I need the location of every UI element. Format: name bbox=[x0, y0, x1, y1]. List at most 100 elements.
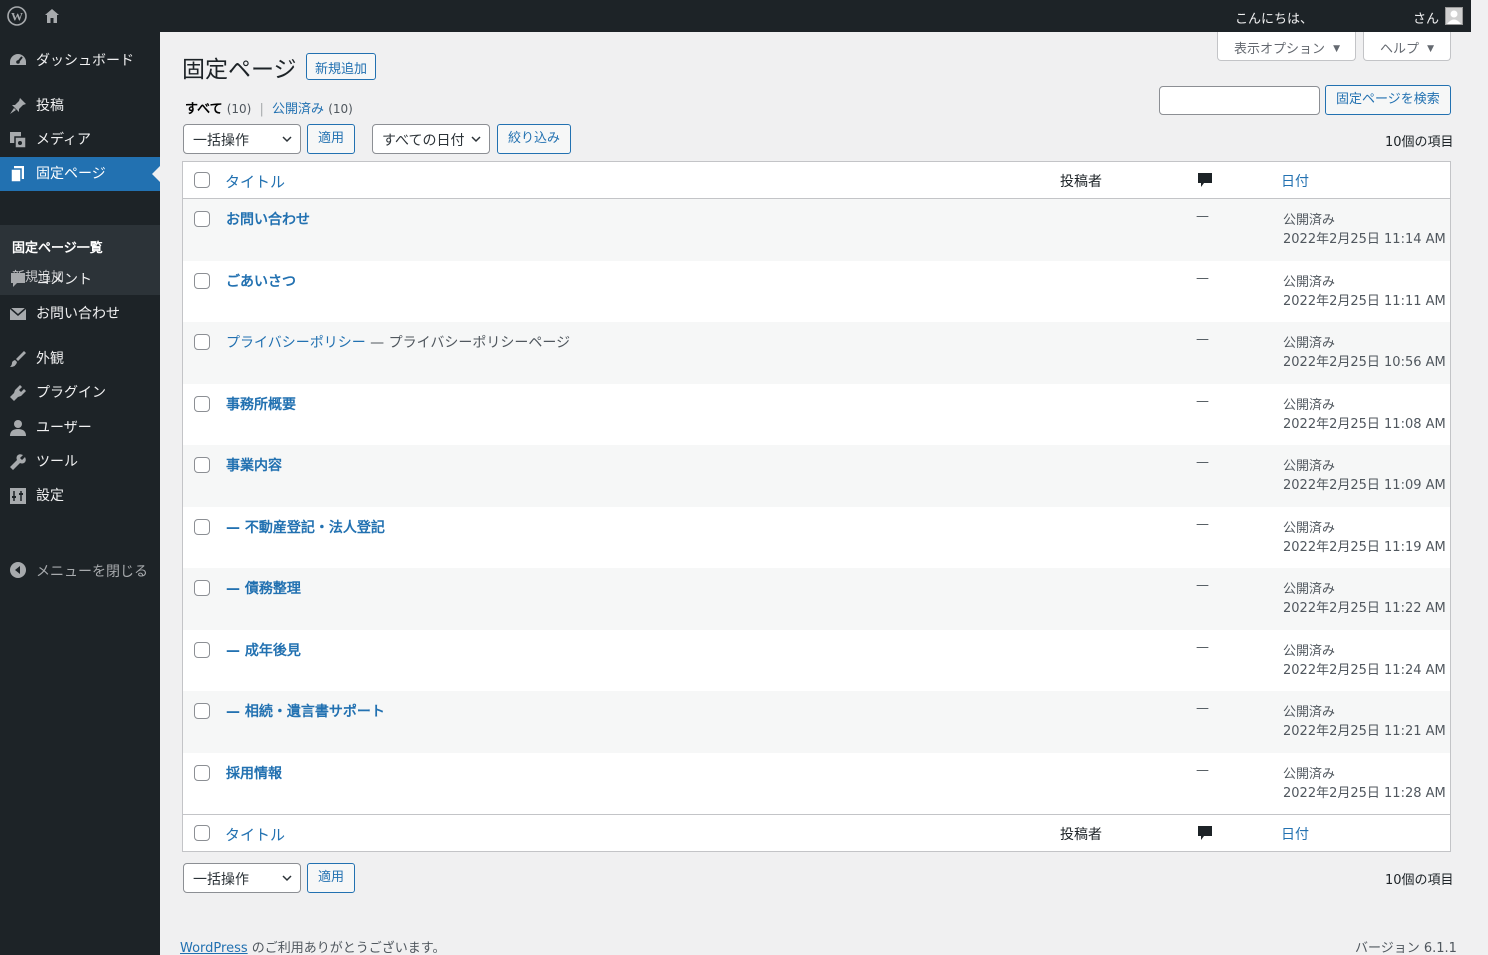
table-header: タイトル 投稿者 日付 bbox=[183, 162, 1450, 199]
row-title-link[interactable]: プライバシーポリシー — プライバシーポリシーページ bbox=[226, 332, 570, 352]
sidebar-item-contact[interactable]: お問い合わせ bbox=[0, 297, 160, 331]
wordpress-logo-icon[interactable]: W bbox=[7, 6, 27, 26]
row-title-link[interactable]: ごあいさつ bbox=[226, 271, 296, 291]
row-checkbox[interactable] bbox=[194, 519, 210, 535]
bulk-action-value: 一括操作 bbox=[193, 133, 249, 149]
row-checkbox[interactable] bbox=[194, 580, 210, 596]
apply-button-top[interactable]: 適用 bbox=[307, 124, 356, 154]
sidebar-item-users[interactable]: ユーザー bbox=[0, 411, 160, 445]
collapse-menu-label: メニューを閉じる bbox=[36, 564, 148, 580]
view-filters: すべて (10) | 公開済み (10) bbox=[185, 98, 353, 117]
submenu-item-all-pages[interactable]: 固定ページ一覧 bbox=[12, 237, 103, 256]
row-title-link[interactable]: — 相続・遺言書サポート bbox=[226, 701, 385, 721]
column-date-sort[interactable]: 日付 bbox=[1281, 171, 1309, 191]
admin-sidebar: ダッシュボード 投稿 メディア 固定ページ 固定ページ一覧 新規追加 コメント … bbox=[0, 32, 160, 955]
settings-icon bbox=[10, 488, 26, 504]
row-checkbox[interactable] bbox=[194, 396, 210, 412]
pin-icon bbox=[10, 98, 26, 114]
sidebar-item-dashboard[interactable]: ダッシュボード bbox=[0, 44, 160, 78]
help-toggle[interactable]: ヘルプ ▼ bbox=[1363, 32, 1451, 61]
sidebar-item-pages[interactable]: 固定ページ bbox=[0, 157, 160, 191]
row-title-link[interactable]: お問い合わせ bbox=[226, 209, 310, 229]
chevron-down-icon bbox=[282, 875, 292, 882]
table-row: — 不動産登記・法人登記 — 公開済み 2022年2月25日 11:19 AM bbox=[183, 507, 1450, 569]
sidebar-item-label: ツール bbox=[36, 454, 78, 470]
row-date: 2022年2月25日 11:19 AM bbox=[1283, 540, 1446, 555]
user-icon bbox=[10, 420, 26, 436]
avatar-placeholder-icon bbox=[1447, 10, 1461, 24]
row-title-link[interactable]: 事務所概要 bbox=[226, 394, 296, 414]
avatar[interactable] bbox=[1445, 7, 1463, 25]
date-filter-select[interactable]: すべての日付 bbox=[372, 124, 490, 154]
sidebar-item-label: メディア bbox=[36, 132, 92, 148]
page-title: 固定ページ bbox=[182, 57, 297, 83]
row-title-link[interactable]: — 不動産登記・法人登記 bbox=[226, 517, 385, 537]
row-checkbox[interactable] bbox=[194, 334, 210, 350]
bulk-action-select-top[interactable]: 一括操作 bbox=[183, 124, 301, 154]
row-date: 2022年2月25日 11:09 AM bbox=[1283, 478, 1446, 493]
row-title-link[interactable]: 採用情報 bbox=[226, 763, 282, 783]
row-comments: — bbox=[1196, 640, 1209, 655]
caret-down-icon: ▼ bbox=[1333, 44, 1341, 54]
sidebar-item-label: ダッシュボード bbox=[36, 53, 134, 69]
row-status: 公開済み bbox=[1283, 275, 1336, 290]
row-checkbox[interactable] bbox=[194, 703, 210, 719]
sidebar-item-tools[interactable]: ツール bbox=[0, 445, 160, 479]
view-published-link[interactable]: 公開済み bbox=[272, 102, 324, 117]
row-checkbox[interactable] bbox=[194, 642, 210, 658]
sidebar-item-plugins[interactable]: プラグイン bbox=[0, 376, 160, 410]
column-date-sort-footer[interactable]: 日付 bbox=[1281, 824, 1309, 844]
row-status: 公開済み bbox=[1283, 767, 1336, 782]
sidebar-item-appearance[interactable]: 外観 bbox=[0, 342, 160, 376]
sidebar-item-media[interactable]: メディア bbox=[0, 123, 160, 157]
search-pages-button[interactable]: 固定ページを検索 bbox=[1325, 85, 1451, 115]
sidebar-item-label: 投稿 bbox=[36, 98, 64, 114]
row-title-link[interactable]: — 成年後見 bbox=[226, 640, 301, 660]
bulk-action-select-bottom[interactable]: 一括操作 bbox=[183, 863, 301, 893]
row-status: 公開済み bbox=[1283, 521, 1336, 536]
footer-thanks-text: のご利用ありがとうございます。 bbox=[247, 941, 446, 955]
comment-bubble-icon bbox=[1198, 173, 1212, 187]
screen-options-toggle[interactable]: 表示オプション ▼ bbox=[1217, 32, 1356, 61]
footer-version: バージョン 6.1.1 bbox=[1355, 941, 1457, 955]
row-status: 公開済み bbox=[1283, 705, 1336, 720]
home-icon[interactable] bbox=[42, 6, 62, 26]
row-date: 2022年2月25日 10:56 AM bbox=[1283, 355, 1446, 370]
sidebar-item-label: コメント bbox=[36, 272, 92, 288]
comment-bubble-icon bbox=[1198, 826, 1212, 840]
row-status: 公開済み bbox=[1283, 582, 1336, 597]
sidebar-item-comments[interactable]: コメント bbox=[0, 263, 160, 297]
sidebar-item-posts[interactable]: 投稿 bbox=[0, 89, 160, 123]
table-row: 事業内容 — 公開済み 2022年2月25日 11:09 AM bbox=[183, 445, 1450, 507]
row-checkbox[interactable] bbox=[194, 765, 210, 781]
row-comments: — bbox=[1196, 701, 1209, 716]
add-new-page-button[interactable]: 新規追加 bbox=[306, 53, 377, 80]
select-all-checkbox-footer[interactable] bbox=[194, 825, 210, 841]
search-input[interactable] bbox=[1159, 86, 1320, 115]
table-row: 事務所概要 — 公開済み 2022年2月25日 11:08 AM bbox=[183, 384, 1450, 446]
row-date: 2022年2月25日 11:14 AM bbox=[1283, 232, 1446, 247]
filter-button[interactable]: 絞り込み bbox=[497, 124, 572, 154]
row-comments: — bbox=[1196, 517, 1209, 532]
row-checkbox[interactable] bbox=[194, 457, 210, 473]
row-title-link[interactable]: 事業内容 bbox=[226, 455, 282, 475]
row-checkbox[interactable] bbox=[194, 273, 210, 289]
row-checkbox[interactable] bbox=[194, 211, 210, 227]
user-account-link[interactable]: さん bbox=[1413, 8, 1439, 27]
column-title-sort-footer[interactable]: タイトル bbox=[225, 824, 285, 845]
column-title-sort[interactable]: タイトル bbox=[225, 171, 285, 192]
collapse-menu-button[interactable]: メニューを閉じる bbox=[0, 554, 160, 588]
view-all-link[interactable]: すべて bbox=[185, 102, 223, 117]
sidebar-item-settings[interactable]: 設定 bbox=[0, 479, 160, 513]
apply-button-bottom[interactable]: 適用 bbox=[307, 863, 356, 893]
row-title-link[interactable]: — 債務整理 bbox=[226, 578, 301, 598]
row-status: 公開済み bbox=[1283, 213, 1336, 228]
select-all-checkbox[interactable] bbox=[194, 172, 210, 188]
row-comments: — bbox=[1196, 332, 1209, 347]
wordpress-link[interactable]: WordPress bbox=[180, 941, 248, 955]
item-count-top: 10個の項目 bbox=[1385, 135, 1454, 150]
row-date: 2022年2月25日 11:21 AM bbox=[1283, 724, 1446, 739]
table-footer: タイトル 投稿者 日付 bbox=[183, 814, 1450, 851]
svg-text:W: W bbox=[11, 10, 23, 24]
row-status: 公開済み bbox=[1283, 459, 1336, 474]
